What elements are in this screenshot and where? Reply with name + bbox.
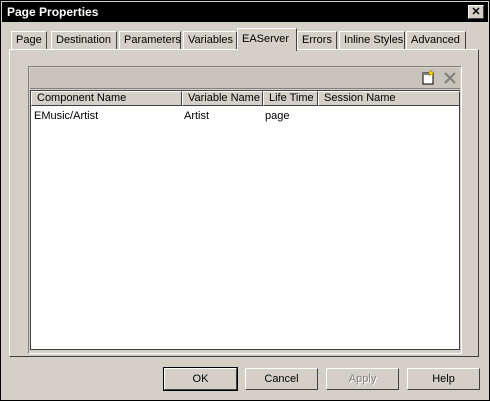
components-frame: Component Name Variable Name Life Time S… — [28, 66, 462, 354]
help-button[interactable]: Help — [407, 368, 480, 390]
new-item-icon[interactable] — [420, 69, 436, 86]
column-header-component-name[interactable]: Component Name — [31, 91, 182, 106]
tab-destination[interactable]: Destination — [51, 31, 117, 49]
tab-inline-styles[interactable]: Inline Styles — [339, 31, 405, 49]
tab-panel: Component Name Variable Name Life Time S… — [9, 49, 479, 357]
close-button[interactable]: ✕ — [468, 5, 484, 19]
close-icon: ✕ — [471, 6, 481, 18]
column-header-variable-name[interactable]: Variable Name — [182, 91, 263, 106]
cell-life-time: page — [265, 110, 290, 122]
delete-icon[interactable] — [442, 70, 458, 86]
tab-parameters[interactable]: Parameters — [119, 31, 181, 49]
column-header-life-time[interactable]: Life Time — [263, 91, 318, 106]
cancel-button[interactable]: Cancel — [245, 368, 318, 390]
components-list[interactable]: Component Name Variable Name Life Time S… — [30, 90, 460, 350]
tab-easerver[interactable]: EAServer — [237, 28, 297, 51]
tab-page[interactable]: Page — [11, 31, 47, 49]
tab-errors[interactable]: Errors — [297, 31, 337, 49]
title-bar[interactable]: Page Properties ✕ — [2, 2, 488, 22]
cell-variable-name: Artist — [184, 110, 210, 122]
tab-variables[interactable]: Variables — [183, 31, 237, 49]
apply-button[interactable]: Apply — [326, 368, 399, 390]
cell-component-name: EMusic/Artist — [34, 110, 99, 122]
tab-advanced[interactable]: Advanced — [406, 31, 466, 49]
column-header-session-name[interactable]: Session Name — [318, 91, 460, 106]
window-title: Page Properties — [7, 5, 99, 19]
list-toolbar — [30, 68, 460, 89]
ok-button[interactable]: OK — [163, 367, 238, 391]
